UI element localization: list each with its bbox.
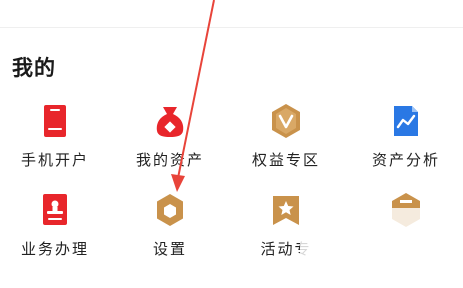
money-bag-icon <box>156 107 184 137</box>
tile-my-assets[interactable]: 我的资产 <box>120 103 220 183</box>
tile-settings[interactable]: 设置 <box>120 192 220 272</box>
my-page-screen: 我的 手机开户 我的资产 权益专区 资产分析 业务办理 设置 活动专 <box>0 0 463 288</box>
tile-label: 资产分析 <box>371 151 440 169</box>
tile-open-account[interactable]: 手机开户 <box>5 103 105 183</box>
star-flag-icon <box>273 196 299 225</box>
tile-business-handling[interactable]: 业务办理 <box>5 192 105 272</box>
trend-chart-icon <box>394 106 418 136</box>
watermark-overlay <box>300 208 463 288</box>
v-badge-icon <box>272 104 300 138</box>
tile-label: 设置 <box>152 240 187 258</box>
hex-gear-icon <box>157 194 183 226</box>
tile-label: 权益专区 <box>251 151 320 169</box>
tile-label: 手机开户 <box>20 151 89 169</box>
tile-label: 我的资产 <box>135 151 204 169</box>
stamp-icon <box>43 194 67 225</box>
tile-asset-analysis[interactable]: 资产分析 <box>356 103 456 183</box>
top-divider <box>0 27 463 28</box>
phone-card-icon <box>44 105 66 137</box>
tile-label: 业务办理 <box>20 240 89 258</box>
tile-rights-zone[interactable]: 权益专区 <box>236 103 336 183</box>
section-title: 我的 <box>12 55 56 80</box>
